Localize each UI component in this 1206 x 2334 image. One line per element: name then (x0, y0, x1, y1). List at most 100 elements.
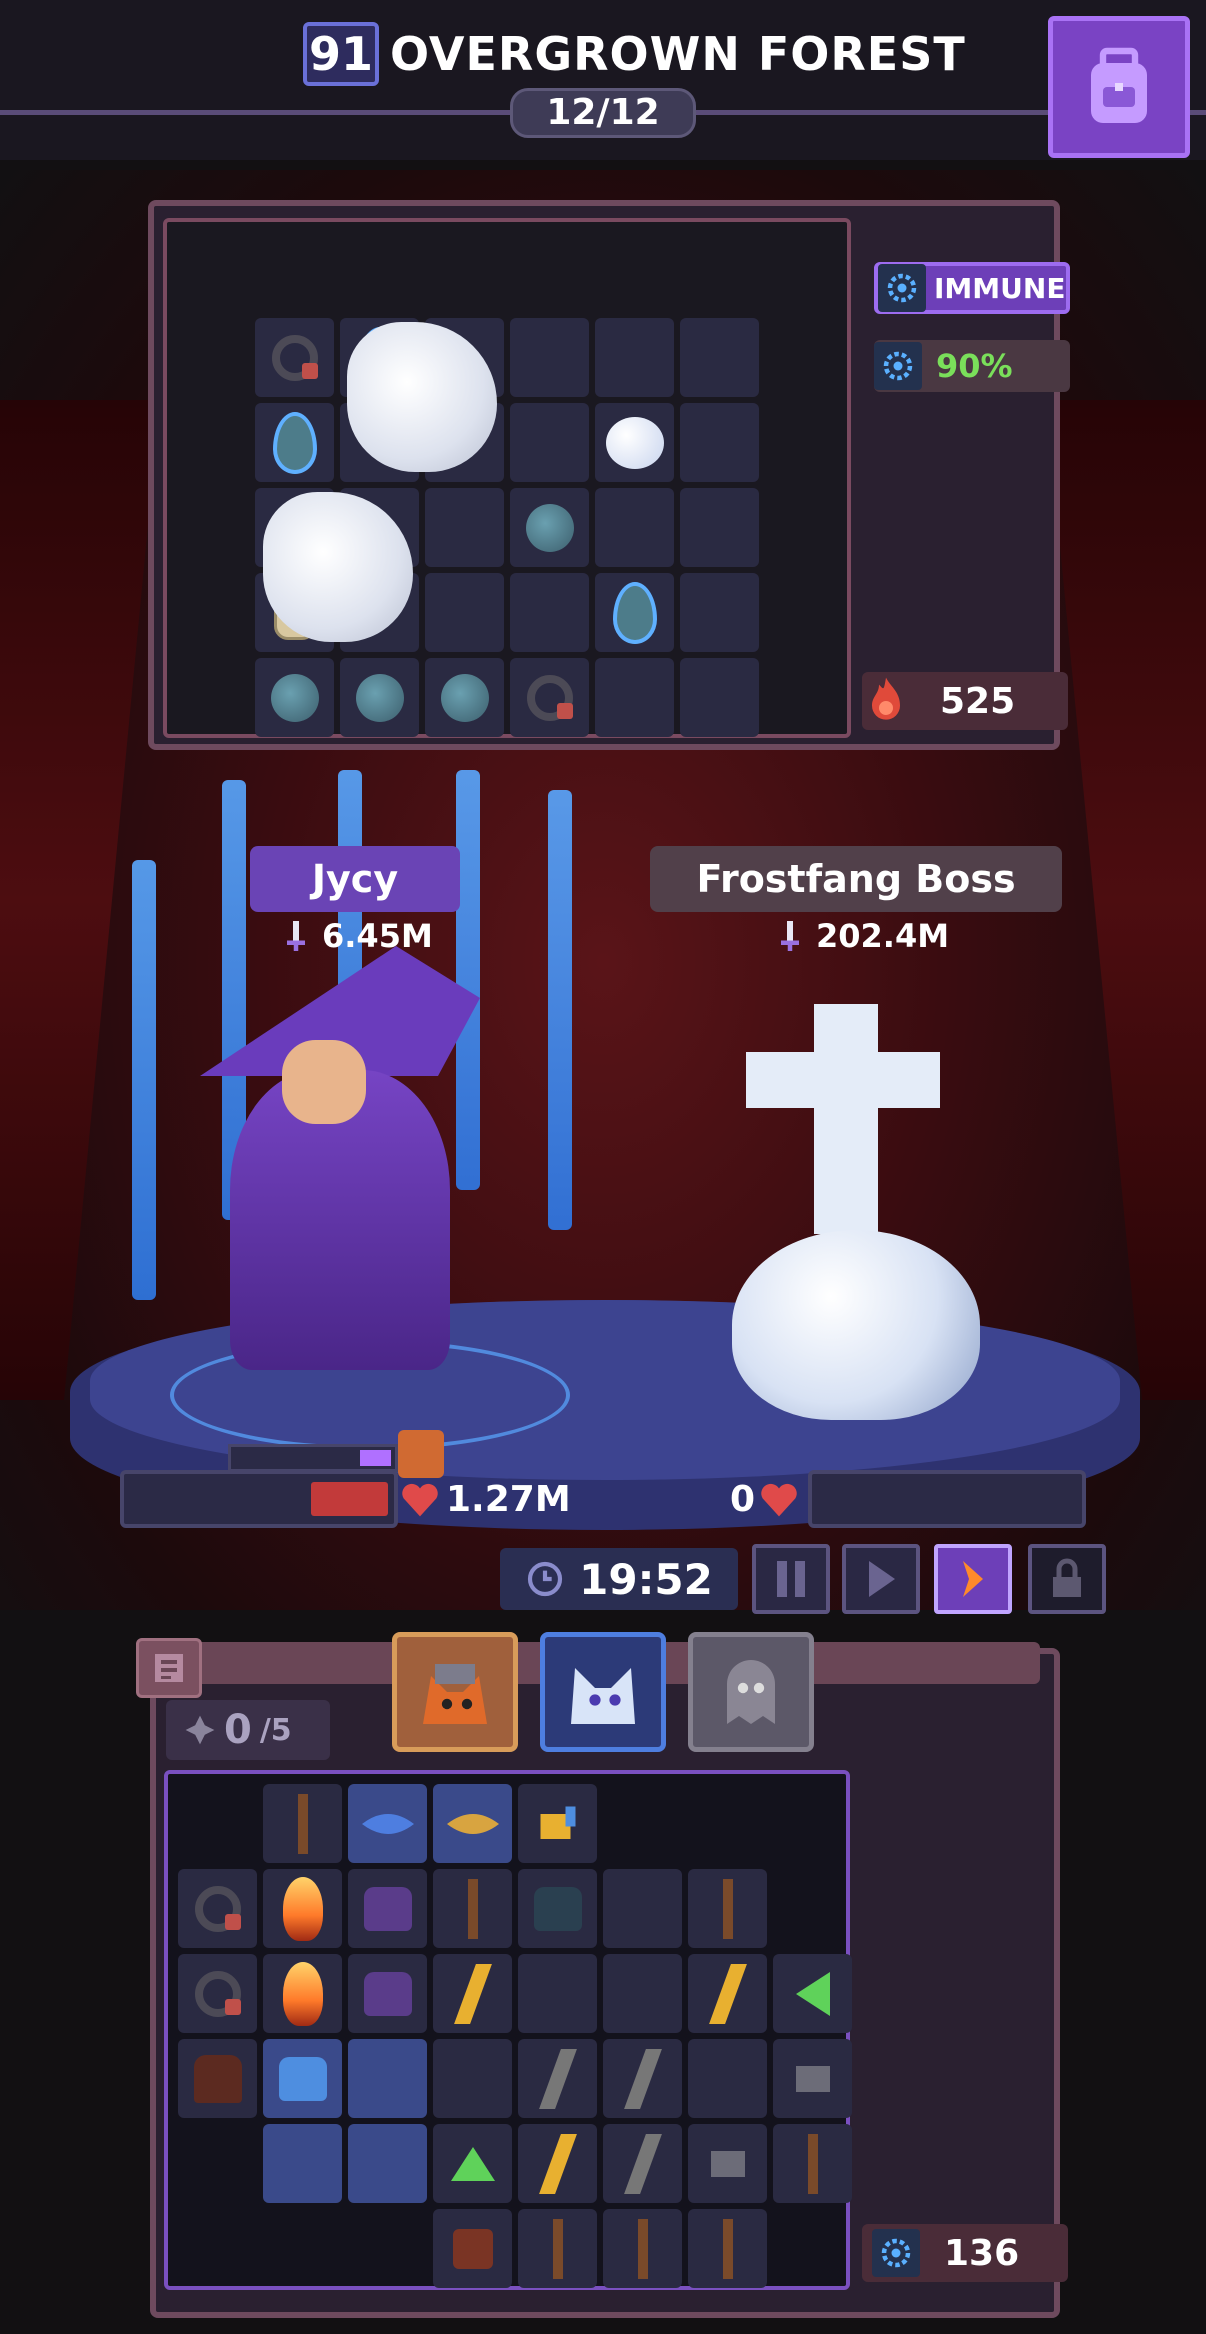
lock-button[interactable] (1028, 1544, 1106, 1614)
inventory-slot[interactable] (688, 1869, 767, 1948)
enemy-slot[interactable] (510, 658, 589, 737)
inventory-slot[interactable] (603, 2124, 682, 2203)
locked-ghost-portrait-icon (727, 1660, 775, 1724)
battle-timer: 19:52 (500, 1548, 738, 1610)
enemy-slot[interactable] (680, 658, 759, 737)
inventory-slot[interactable] (348, 2039, 427, 2118)
ring-item-icon (526, 674, 573, 721)
slot-counter: 0 /5 (166, 1700, 330, 1760)
enemy-slot[interactable] (510, 403, 589, 482)
inventory-slot[interactable] (773, 2124, 852, 2203)
inventory-slot[interactable] (263, 2039, 342, 2118)
inventory-slot[interactable] (348, 1784, 427, 1863)
pause-icon (777, 1561, 805, 1597)
inventory-slot[interactable] (433, 2039, 512, 2118)
enemy-slot[interactable] (425, 488, 504, 567)
enemy-slot[interactable] (680, 318, 759, 397)
hammer-handle-item-icon (722, 2218, 733, 2279)
inventory-slot[interactable] (688, 2209, 767, 2288)
pause-button[interactable] (752, 1544, 830, 1614)
inventory-slot[interactable] (688, 2124, 767, 2203)
blue-dragon-item-icon (278, 2056, 327, 2101)
fast-forward-button[interactable] (934, 1544, 1012, 1614)
inventory-slot[interactable] (178, 1954, 257, 2033)
inventory-slot[interactable] (773, 1954, 852, 2033)
inventory-slot[interactable] (178, 1869, 257, 1948)
player-hp-value: 1.27M (446, 1479, 571, 1520)
lightning-item-icon (453, 1963, 492, 2024)
inventory-slot[interactable] (603, 2209, 682, 2288)
enemy-slot[interactable] (595, 403, 674, 482)
inventory-slot[interactable] (348, 1869, 427, 1948)
inventory-frost-power-badge: 136 (862, 2224, 1068, 2282)
inventory-slot[interactable] (518, 2209, 597, 2288)
hammer-handle-item-icon (807, 2133, 818, 2194)
player-inventory-grid (164, 1770, 852, 2290)
inventory-slot[interactable] (688, 1954, 767, 2033)
inventory-slot[interactable] (263, 1954, 342, 2033)
player-hp: 1.27M (400, 1480, 571, 1520)
inventory-slot[interactable] (433, 2209, 512, 2288)
inventory-slot[interactable] (518, 2124, 597, 2203)
inventory-slot[interactable] (603, 1869, 682, 1948)
inventory-slot[interactable] (518, 2039, 597, 2118)
inventory-slot[interactable] (263, 2124, 342, 2203)
gauntlet-item-icon (540, 1806, 575, 1839)
frost-gear-icon (872, 2229, 920, 2277)
inventory-power-value: 136 (944, 2232, 1020, 2274)
slot-counter-max: /5 (259, 1712, 292, 1748)
enemy-slot[interactable] (425, 658, 504, 737)
enemy-slot[interactable] (595, 318, 674, 397)
floating-sword (456, 770, 480, 1190)
enemy-slot[interactable] (510, 318, 589, 397)
inventory-slot[interactable] (518, 1954, 597, 2033)
inventory-slot[interactable] (178, 2039, 257, 2118)
inventory-slot[interactable] (518, 1869, 597, 1948)
inventory-menu-button[interactable] (136, 1638, 202, 1698)
inventory-slot[interactable] (603, 1954, 682, 2033)
enemy-slot[interactable] (595, 573, 674, 652)
enemy-slot[interactable] (680, 488, 759, 567)
enemy-slot[interactable] (255, 403, 334, 482)
inventory-slot[interactable] (433, 1869, 512, 1948)
inventory-slot[interactable] (433, 2124, 512, 2203)
inventory-slot[interactable] (688, 2039, 767, 2118)
play-button[interactable] (842, 1544, 920, 1614)
enemy-slot[interactable] (595, 488, 674, 567)
inventory-slot[interactable] (433, 1784, 512, 1863)
enemy-slot[interactable] (425, 573, 504, 652)
helmet-item-icon (193, 2054, 242, 2103)
boss-power-value: 202.4M (816, 917, 950, 955)
hero-tab-locked-ghost[interactable] (688, 1632, 814, 1752)
inventory-slot[interactable] (433, 1954, 512, 2033)
enemy-slot[interactable] (255, 318, 334, 397)
enemy-slot[interactable] (680, 573, 759, 652)
player-mana-bar (228, 1444, 398, 1472)
enemy-slot[interactable] (510, 488, 589, 567)
hero-tab-wolf-mage[interactable] (540, 1632, 666, 1752)
inventory-slot[interactable] (518, 1784, 597, 1863)
enemy-slot[interactable] (255, 658, 334, 737)
water-drop-item-icon (612, 581, 657, 644)
timer-value: 19:52 (579, 1554, 713, 1604)
lightning-item-icon (538, 2048, 577, 2109)
dagger-item-icon (722, 1878, 733, 1939)
inventory-slot[interactable] (603, 2039, 682, 2118)
flame-item-icon (282, 1876, 323, 1941)
hero-tab-fox-warrior[interactable] (392, 1632, 518, 1752)
enemy-slot[interactable] (340, 658, 419, 737)
lightning-item-icon (623, 2048, 662, 2109)
immune-label: IMMUNE (934, 271, 1066, 305)
inventory-slot[interactable] (773, 2039, 852, 2118)
backpack-button[interactable] (1048, 16, 1190, 158)
inventory-slot[interactable] (263, 1869, 342, 1948)
enemy-slot[interactable] (680, 403, 759, 482)
dagger-item-icon (297, 1793, 308, 1854)
enemy-slot[interactable] (510, 573, 589, 652)
inventory-slot[interactable] (348, 2124, 427, 2203)
enemy-slot[interactable] (595, 658, 674, 737)
heart-icon (402, 1483, 438, 1517)
inventory-slot[interactable] (348, 1954, 427, 2033)
inventory-slot[interactable] (263, 1784, 342, 1863)
ring-item-icon (271, 334, 318, 381)
